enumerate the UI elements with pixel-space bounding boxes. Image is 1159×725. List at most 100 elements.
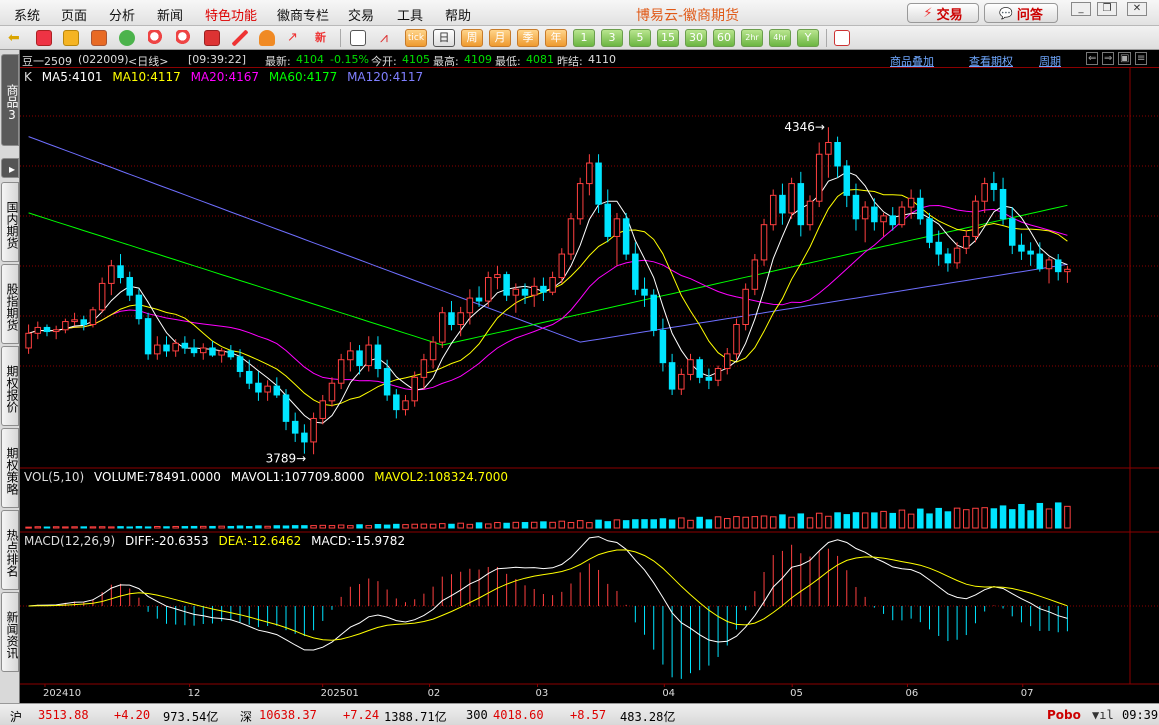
menu-system[interactable]: 系统 <box>14 5 40 24</box>
back-arrow-icon[interactable]: ⬅ <box>8 30 24 46</box>
candle-down <box>540 285 547 293</box>
restore-icon[interactable]: ❐ <box>1097 2 1117 16</box>
home-icon[interactable] <box>36 30 52 46</box>
candle-down <box>1054 259 1062 273</box>
period-custom-button[interactable]: Y <box>797 29 819 47</box>
menu-huishang-column[interactable]: 徽商专栏 <box>277 5 329 24</box>
sh-index-amount: 973.54亿 <box>163 710 219 724</box>
menu-tools[interactable]: 工具 <box>397 5 423 24</box>
zoom-out-icon[interactable] <box>176 30 192 46</box>
tab-options-strategy[interactable]: 期权策略 <box>1 428 19 508</box>
expand-arrow-icon[interactable]: ▸ <box>1 158 19 178</box>
candle-up <box>687 359 694 375</box>
period-1min-button[interactable]: 1 <box>573 29 595 47</box>
candle-up <box>742 288 749 326</box>
candle-up <box>98 282 106 311</box>
candle-up <box>89 309 97 326</box>
menu-help[interactable]: 帮助 <box>445 5 471 24</box>
candle-up <box>466 297 474 314</box>
chart-line-icon[interactable]: ⩘ <box>380 30 396 46</box>
trend-icon[interactable]: ↗ <box>287 30 303 46</box>
volume-bar-down <box>475 522 483 529</box>
qa-button[interactable]: 💬 问答 <box>984 3 1058 23</box>
kline-chart[interactable]: 4346→ 3789→ 202410 12 202501 02 03 04 05 06 07 <box>20 50 1159 703</box>
period-60min-button[interactable]: 60 <box>713 29 735 47</box>
chart-area[interactable]: 豆一2509 (022009) <日线> [09:39:22] 最新: 4104… <box>20 50 1159 703</box>
time-axis-label: 202501 <box>321 688 359 699</box>
candle-up <box>337 359 345 384</box>
candle-up <box>34 326 42 334</box>
sh-index-change: +4.20 <box>114 708 151 722</box>
period-week-button[interactable]: 周 <box>461 29 483 47</box>
candle-up <box>1045 259 1053 270</box>
tab-options-quote[interactable]: 期权报价 <box>1 346 19 426</box>
tab-index-futures[interactable]: 股指期货 <box>1 264 19 344</box>
period-5min-button[interactable]: 5 <box>629 29 651 47</box>
volume-bar-up <box>52 526 60 529</box>
volume-bar-down <box>659 518 667 529</box>
toolbar-separator <box>826 29 827 47</box>
volume-bar-down <box>301 525 308 529</box>
period-3min-button[interactable]: 3 <box>601 29 623 47</box>
ma120-line <box>28 136 1068 343</box>
menu-page[interactable]: 页面 <box>61 5 87 24</box>
refresh-icon[interactable] <box>119 30 135 46</box>
alarm-icon[interactable] <box>259 30 275 46</box>
new-icon[interactable]: 新 <box>315 30 331 46</box>
volume-bar-down <box>163 526 170 529</box>
period-quarter-button[interactable]: 季 <box>517 29 539 47</box>
volume-bar-down <box>797 513 805 529</box>
tab-domestic-futures[interactable]: 国内期货 <box>1 182 19 262</box>
candle-down <box>1008 218 1016 246</box>
candle-up <box>760 224 768 261</box>
candle-up <box>264 385 271 393</box>
trade-button[interactable]: ⚡ 交易 <box>907 3 979 23</box>
tick-button[interactable]: tick <box>405 29 427 47</box>
candle-up <box>347 350 354 361</box>
candle-up <box>861 206 869 220</box>
period-month-button[interactable]: 月 <box>489 29 511 47</box>
period-4hr-button[interactable]: 4hr <box>769 29 791 47</box>
kline-icon[interactable] <box>91 30 107 46</box>
table-icon[interactable] <box>350 30 366 46</box>
volume-bar-up <box>558 520 566 529</box>
moving-average-lines <box>28 136 1068 424</box>
volume-bar-up <box>484 523 492 529</box>
candle-down <box>668 362 676 390</box>
candle-down <box>227 350 235 358</box>
candle-up <box>769 194 777 226</box>
volume-bar-down <box>1054 502 1062 529</box>
period-30min-button[interactable]: 30 <box>685 29 707 47</box>
volume-bar-down <box>917 508 924 529</box>
tab-hot-ranking[interactable]: 热点排名 <box>1 510 19 590</box>
zoom-in-icon[interactable] <box>148 30 164 46</box>
time-axis-label: 05 <box>790 688 803 699</box>
volume-bar-down <box>356 524 363 529</box>
tab-news[interactable]: 新闻资讯 <box>1 592 19 672</box>
candle-down <box>393 394 400 411</box>
stack-icon[interactable] <box>63 30 79 46</box>
candle-up <box>586 162 593 185</box>
candle-up <box>576 183 584 220</box>
volume-bar-down <box>190 525 198 529</box>
minimize-icon[interactable]: _ <box>1071 2 1091 16</box>
candle-up <box>733 324 740 355</box>
menu-analysis[interactable]: 分析 <box>109 5 135 24</box>
candle-up <box>972 200 979 237</box>
menu-special-features[interactable]: 特色功能 <box>205 5 257 24</box>
menu-news[interactable]: 新闻 <box>157 5 183 24</box>
volume-bar-up <box>172 525 179 529</box>
period-year-button[interactable]: 年 <box>545 29 567 47</box>
app-title: 博易云-徽商期货 <box>636 8 740 24</box>
period-day-button[interactable]: 日 <box>433 29 455 47</box>
tab-commodity[interactable]: 商品3 <box>1 54 19 146</box>
period-2hr-button[interactable]: 2hr <box>741 29 763 47</box>
period-15min-button[interactable]: 15 <box>657 29 679 47</box>
close-icon[interactable]: ✕ <box>1127 2 1147 16</box>
layout-icon[interactable] <box>834 30 850 46</box>
window-icon[interactable] <box>204 30 220 46</box>
volume-bar-up <box>576 520 584 529</box>
pencil-icon[interactable] <box>232 30 248 46</box>
signal-icon: ▼ıl <box>1092 708 1114 722</box>
menu-trade[interactable]: 交易 <box>348 5 374 24</box>
